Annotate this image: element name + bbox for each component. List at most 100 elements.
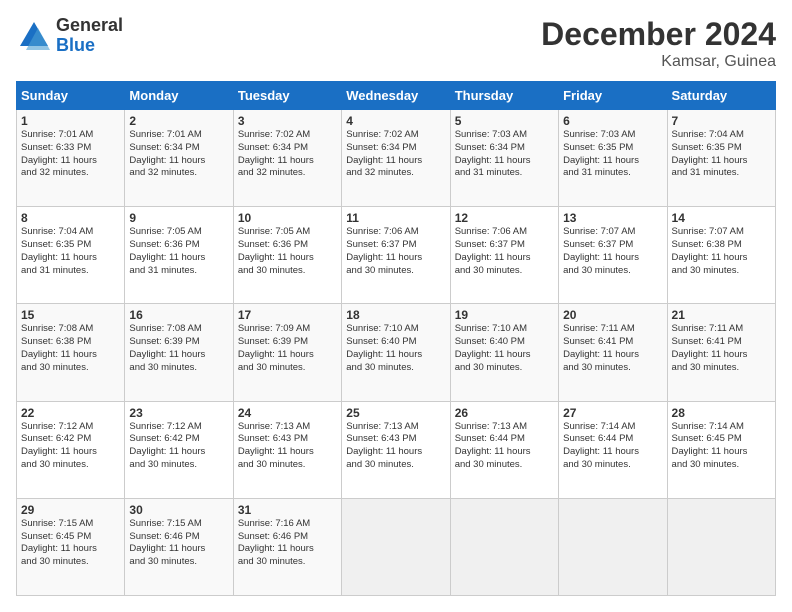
day-number: 5 — [455, 114, 554, 128]
day-info: Sunrise: 7:07 AM Sunset: 6:37 PM Dayligh… — [563, 226, 662, 277]
calendar-day-cell: 25Sunrise: 7:13 AM Sunset: 6:43 PM Dayli… — [342, 401, 450, 498]
day-info: Sunrise: 7:09 AM Sunset: 6:39 PM Dayligh… — [238, 323, 337, 374]
day-info: Sunrise: 7:01 AM Sunset: 6:33 PM Dayligh… — [21, 129, 120, 180]
day-number: 21 — [672, 308, 771, 322]
header: General Blue December 2024 Kamsar, Guine… — [16, 16, 776, 71]
calendar-day-cell: 13Sunrise: 7:07 AM Sunset: 6:37 PM Dayli… — [559, 207, 667, 304]
day-number: 3 — [238, 114, 337, 128]
calendar-table: SundayMondayTuesdayWednesdayThursdayFrid… — [16, 81, 776, 596]
day-info: Sunrise: 7:15 AM Sunset: 6:46 PM Dayligh… — [129, 518, 228, 569]
calendar-day-cell — [559, 498, 667, 595]
calendar-day-cell: 15Sunrise: 7:08 AM Sunset: 6:38 PM Dayli… — [17, 304, 125, 401]
logo-blue: Blue — [56, 36, 123, 56]
day-info: Sunrise: 7:14 AM Sunset: 6:44 PM Dayligh… — [563, 421, 662, 472]
calendar-day-cell: 14Sunrise: 7:07 AM Sunset: 6:38 PM Dayli… — [667, 207, 775, 304]
calendar-day-cell: 3Sunrise: 7:02 AM Sunset: 6:34 PM Daylig… — [233, 110, 341, 207]
calendar-day-cell — [342, 498, 450, 595]
day-info: Sunrise: 7:06 AM Sunset: 6:37 PM Dayligh… — [455, 226, 554, 277]
calendar-header-cell: Saturday — [667, 82, 775, 110]
subtitle: Kamsar, Guinea — [541, 53, 776, 71]
day-number: 27 — [563, 406, 662, 420]
day-number: 23 — [129, 406, 228, 420]
calendar-day-cell: 16Sunrise: 7:08 AM Sunset: 6:39 PM Dayli… — [125, 304, 233, 401]
calendar-header-cell: Wednesday — [342, 82, 450, 110]
calendar-day-cell: 17Sunrise: 7:09 AM Sunset: 6:39 PM Dayli… — [233, 304, 341, 401]
day-number: 16 — [129, 308, 228, 322]
calendar-day-cell: 12Sunrise: 7:06 AM Sunset: 6:37 PM Dayli… — [450, 207, 558, 304]
calendar-header-cell: Sunday — [17, 82, 125, 110]
calendar-day-cell: 2Sunrise: 7:01 AM Sunset: 6:34 PM Daylig… — [125, 110, 233, 207]
day-number: 19 — [455, 308, 554, 322]
day-number: 26 — [455, 406, 554, 420]
calendar-day-cell: 26Sunrise: 7:13 AM Sunset: 6:44 PM Dayli… — [450, 401, 558, 498]
calendar-header-cell: Friday — [559, 82, 667, 110]
calendar-day-cell — [450, 498, 558, 595]
day-info: Sunrise: 7:12 AM Sunset: 6:42 PM Dayligh… — [129, 421, 228, 472]
calendar-week-row: 29Sunrise: 7:15 AM Sunset: 6:45 PM Dayli… — [17, 498, 776, 595]
day-info: Sunrise: 7:06 AM Sunset: 6:37 PM Dayligh… — [346, 226, 445, 277]
day-number: 24 — [238, 406, 337, 420]
logo-icon — [16, 18, 52, 54]
day-info: Sunrise: 7:13 AM Sunset: 6:43 PM Dayligh… — [238, 421, 337, 472]
calendar-day-cell: 10Sunrise: 7:05 AM Sunset: 6:36 PM Dayli… — [233, 207, 341, 304]
logo-general: General — [56, 16, 123, 36]
day-number: 28 — [672, 406, 771, 420]
calendar-day-cell: 24Sunrise: 7:13 AM Sunset: 6:43 PM Dayli… — [233, 401, 341, 498]
calendar-day-cell: 9Sunrise: 7:05 AM Sunset: 6:36 PM Daylig… — [125, 207, 233, 304]
calendar-day-cell: 11Sunrise: 7:06 AM Sunset: 6:37 PM Dayli… — [342, 207, 450, 304]
calendar-day-cell: 27Sunrise: 7:14 AM Sunset: 6:44 PM Dayli… — [559, 401, 667, 498]
calendar-day-cell: 20Sunrise: 7:11 AM Sunset: 6:41 PM Dayli… — [559, 304, 667, 401]
day-number: 1 — [21, 114, 120, 128]
calendar-day-cell: 28Sunrise: 7:14 AM Sunset: 6:45 PM Dayli… — [667, 401, 775, 498]
day-info: Sunrise: 7:14 AM Sunset: 6:45 PM Dayligh… — [672, 421, 771, 472]
calendar-day-cell: 4Sunrise: 7:02 AM Sunset: 6:34 PM Daylig… — [342, 110, 450, 207]
calendar-day-cell: 18Sunrise: 7:10 AM Sunset: 6:40 PM Dayli… — [342, 304, 450, 401]
calendar-day-cell: 29Sunrise: 7:15 AM Sunset: 6:45 PM Dayli… — [17, 498, 125, 595]
calendar-day-cell: 1Sunrise: 7:01 AM Sunset: 6:33 PM Daylig… — [17, 110, 125, 207]
day-number: 17 — [238, 308, 337, 322]
day-info: Sunrise: 7:02 AM Sunset: 6:34 PM Dayligh… — [238, 129, 337, 180]
day-info: Sunrise: 7:01 AM Sunset: 6:34 PM Dayligh… — [129, 129, 228, 180]
calendar-header-cell: Tuesday — [233, 82, 341, 110]
day-number: 11 — [346, 211, 445, 225]
calendar-day-cell: 21Sunrise: 7:11 AM Sunset: 6:41 PM Dayli… — [667, 304, 775, 401]
day-info: Sunrise: 7:10 AM Sunset: 6:40 PM Dayligh… — [455, 323, 554, 374]
day-number: 4 — [346, 114, 445, 128]
day-number: 13 — [563, 211, 662, 225]
day-info: Sunrise: 7:16 AM Sunset: 6:46 PM Dayligh… — [238, 518, 337, 569]
day-info: Sunrise: 7:10 AM Sunset: 6:40 PM Dayligh… — [346, 323, 445, 374]
day-info: Sunrise: 7:04 AM Sunset: 6:35 PM Dayligh… — [21, 226, 120, 277]
day-info: Sunrise: 7:15 AM Sunset: 6:45 PM Dayligh… — [21, 518, 120, 569]
calendar-day-cell: 7Sunrise: 7:04 AM Sunset: 6:35 PM Daylig… — [667, 110, 775, 207]
page: General Blue December 2024 Kamsar, Guine… — [0, 0, 792, 612]
day-info: Sunrise: 7:07 AM Sunset: 6:38 PM Dayligh… — [672, 226, 771, 277]
day-info: Sunrise: 7:12 AM Sunset: 6:42 PM Dayligh… — [21, 421, 120, 472]
day-info: Sunrise: 7:13 AM Sunset: 6:43 PM Dayligh… — [346, 421, 445, 472]
title-block: December 2024 Kamsar, Guinea — [541, 16, 776, 71]
calendar-week-row: 22Sunrise: 7:12 AM Sunset: 6:42 PM Dayli… — [17, 401, 776, 498]
logo: General Blue — [16, 16, 123, 56]
calendar-day-cell: 19Sunrise: 7:10 AM Sunset: 6:40 PM Dayli… — [450, 304, 558, 401]
day-info: Sunrise: 7:03 AM Sunset: 6:35 PM Dayligh… — [563, 129, 662, 180]
day-number: 7 — [672, 114, 771, 128]
day-info: Sunrise: 7:08 AM Sunset: 6:39 PM Dayligh… — [129, 323, 228, 374]
day-number: 2 — [129, 114, 228, 128]
day-number: 6 — [563, 114, 662, 128]
day-info: Sunrise: 7:11 AM Sunset: 6:41 PM Dayligh… — [672, 323, 771, 374]
day-number: 25 — [346, 406, 445, 420]
day-info: Sunrise: 7:11 AM Sunset: 6:41 PM Dayligh… — [563, 323, 662, 374]
calendar-header-cell: Monday — [125, 82, 233, 110]
calendar-day-cell: 8Sunrise: 7:04 AM Sunset: 6:35 PM Daylig… — [17, 207, 125, 304]
calendar-day-cell — [667, 498, 775, 595]
calendar-day-cell: 30Sunrise: 7:15 AM Sunset: 6:46 PM Dayli… — [125, 498, 233, 595]
calendar-day-cell: 31Sunrise: 7:16 AM Sunset: 6:46 PM Dayli… — [233, 498, 341, 595]
day-number: 20 — [563, 308, 662, 322]
day-info: Sunrise: 7:03 AM Sunset: 6:34 PM Dayligh… — [455, 129, 554, 180]
day-number: 15 — [21, 308, 120, 322]
calendar-day-cell: 22Sunrise: 7:12 AM Sunset: 6:42 PM Dayli… — [17, 401, 125, 498]
day-number: 29 — [21, 503, 120, 517]
calendar-header-cell: Thursday — [450, 82, 558, 110]
day-number: 10 — [238, 211, 337, 225]
day-number: 30 — [129, 503, 228, 517]
day-number: 31 — [238, 503, 337, 517]
